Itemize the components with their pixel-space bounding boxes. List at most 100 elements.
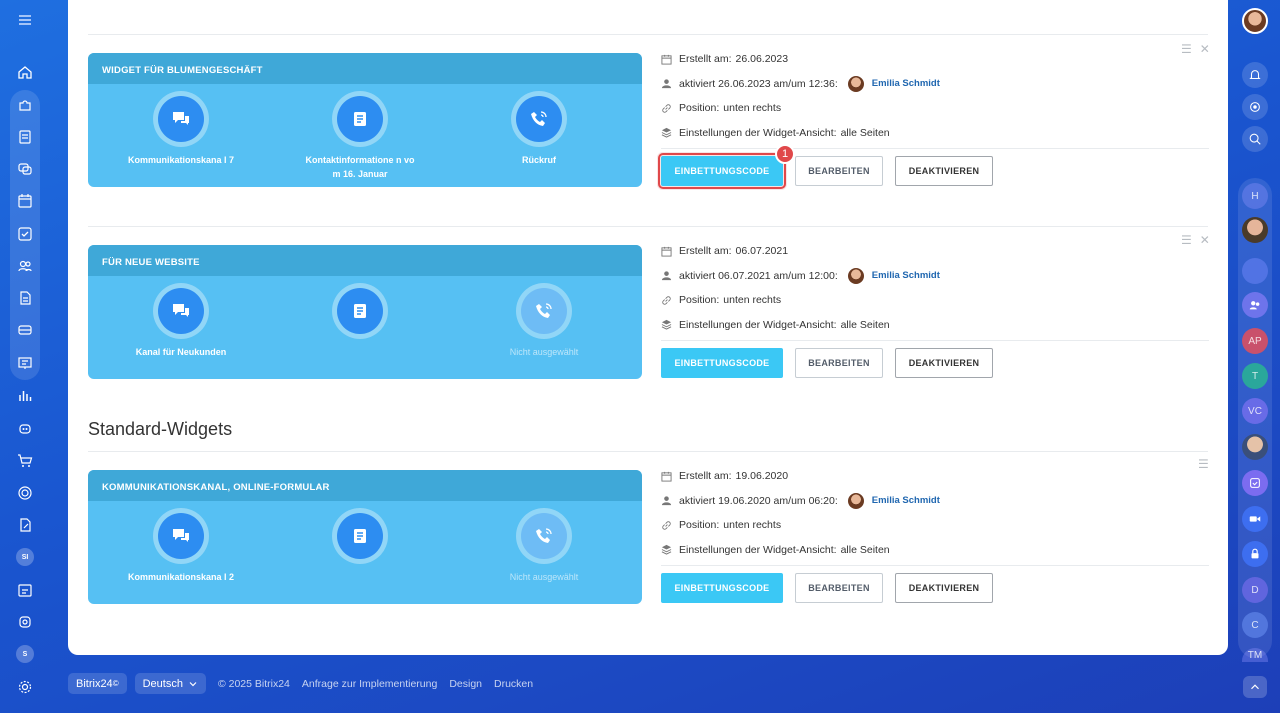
chat-icon <box>173 304 189 317</box>
menu-icon[interactable] <box>12 7 38 33</box>
documents-icon[interactable] <box>12 285 38 311</box>
inbox-icon[interactable] <box>12 317 38 343</box>
user-badge-si[interactable]: SI <box>12 544 38 570</box>
settings-label: Einstellungen der Widget-Ansicht: <box>679 126 837 139</box>
scroll-up-icon[interactable] <box>1243 676 1267 698</box>
widget-card-1[interactable]: WIDGET FÜR BLUMENGESCHÄFT Kommunikations… <box>88 53 642 187</box>
embed-code-button[interactable]: EINBETTUNGSCODE <box>661 348 783 378</box>
position-value: unten rechts <box>723 519 782 532</box>
position-label: Position: <box>679 294 720 307</box>
channel-circle <box>153 283 209 339</box>
group-chat-icon[interactable] <box>1242 292 1268 318</box>
calendar-icon[interactable] <box>12 188 38 214</box>
embed-code-button[interactable]: EINBETTUNGSCODE <box>661 573 783 603</box>
home-icon[interactable] <box>12 59 38 85</box>
widget-info-1: Erstellt am: 26.06.2023 aktiviert 26.06.… <box>658 47 1209 189</box>
edit-button[interactable]: BEARBEITEN <box>795 573 883 603</box>
edit-button[interactable]: BEARBEITEN <box>795 156 883 186</box>
phone-icon <box>536 528 552 543</box>
widget-title: WIDGET FÜR BLUMENGESCHÄFT <box>88 53 642 84</box>
contacts-icon[interactable] <box>12 253 38 279</box>
user-avatar[interactable] <box>1242 8 1268 34</box>
widget-card-3[interactable]: KOMMUNIKATIONSKANAL, ONLINE-FORMULAR Kom… <box>88 470 642 604</box>
main-panel: WIDGET FÜR BLUMENGESCHÄFT Kommunikations… <box>68 0 1228 655</box>
search-chat-icon[interactable] <box>1242 126 1268 152</box>
language-select[interactable]: Deutsch <box>134 673 206 694</box>
divider <box>661 148 1209 149</box>
copilot-icon[interactable] <box>1242 94 1268 120</box>
support-icon[interactable] <box>12 609 38 635</box>
chat-avatar-ap[interactable]: AP <box>1242 328 1268 354</box>
channel-item[interactable]: Kommunikationskana l 7 <box>106 91 256 167</box>
channel-item[interactable]: Kommunikationskana l 2 <box>106 508 256 584</box>
calendar-list-icon[interactable] <box>12 577 38 603</box>
deactivate-button[interactable]: DEAKTIVIEREN <box>895 348 993 378</box>
chat-avatar-d[interactable]: D <box>1242 577 1268 603</box>
channel-item[interactable] <box>285 283 435 345</box>
chat-icon[interactable] <box>12 156 38 182</box>
position-value: unten rechts <box>723 294 782 307</box>
channel-label: Rückruf <box>521 155 556 165</box>
edit-doc-icon[interactable] <box>12 512 38 538</box>
cart-icon[interactable] <box>12 448 38 474</box>
implementation-link[interactable]: Anfrage zur Implementierung <box>302 678 437 690</box>
widget-card-2[interactable]: FÜR NEUE WEBSITE Kanal für Neukunden Nic… <box>88 245 642 379</box>
presentation-icon[interactable] <box>12 350 38 376</box>
position-row: Position: unten rechts <box>661 513 1209 538</box>
lock-icon[interactable] <box>1242 541 1268 567</box>
calendar-icon <box>661 471 672 482</box>
bitrix24-logo-button[interactable]: Bitrix24 © <box>68 673 127 694</box>
design-link[interactable]: Design <box>449 678 482 690</box>
analytics-icon[interactable] <box>12 382 38 408</box>
chat-avatar-bot[interactable] <box>1242 258 1268 284</box>
user-link[interactable]: Emilia Schmidt <box>872 78 940 89</box>
channel-item[interactable]: Nicht ausgewählt <box>469 283 619 359</box>
channel-item[interactable]: Kontaktinformatione n vom 16. Januar <box>285 91 435 181</box>
avatar <box>847 492 864 509</box>
tasks-chat-icon[interactable] <box>1242 470 1268 496</box>
chat-avatar-vc[interactable]: VC <box>1242 398 1268 424</box>
chat-avatar-person-2[interactable] <box>1242 434 1268 460</box>
embed-code-button[interactable]: EINBETTUNGSCODE <box>658 153 786 189</box>
settings-icon[interactable] <box>12 674 38 700</box>
created-value: 26.06.2023 <box>735 53 789 66</box>
channel-item[interactable]: Nicht ausgewählt <box>469 508 619 584</box>
created-row: Erstellt am: 06.07.2021 <box>661 239 1209 264</box>
brand-label: Bitrix24 <box>76 677 113 690</box>
edit-button[interactable]: BEARBEITEN <box>795 348 883 378</box>
widget-title: KOMMUNIKATIONSKANAL, ONLINE-FORMULAR <box>88 470 642 501</box>
puzzle-icon[interactable] <box>12 92 38 118</box>
settings-value: alle Seiten <box>840 126 890 139</box>
user-icon <box>661 79 672 89</box>
language-label: Deutsch <box>142 677 183 690</box>
activated-row: aktiviert 06.07.2021 am/um 12:00: Emilia… <box>661 264 1209 289</box>
chat-avatar-h[interactable]: H <box>1242 183 1268 209</box>
chat-avatar-person[interactable] <box>1242 217 1268 243</box>
channel-item[interactable]: Rückruf <box>464 91 614 167</box>
chat-avatar-t[interactable]: T <box>1242 363 1268 389</box>
layers-icon <box>661 545 672 555</box>
avatar <box>847 267 864 284</box>
target-icon[interactable] <box>12 480 38 506</box>
chat-avatar-c[interactable]: C <box>1242 612 1268 638</box>
deactivate-button[interactable]: DEAKTIVIEREN <box>895 573 993 603</box>
bell-icon[interactable] <box>1242 62 1268 88</box>
channel-item[interactable] <box>285 508 435 570</box>
user-link[interactable]: Emilia Schmidt <box>872 495 940 506</box>
robot-icon[interactable] <box>12 415 38 441</box>
print-link[interactable]: Drucken <box>494 678 533 690</box>
phone-icon <box>531 111 547 126</box>
channel-circle <box>516 508 572 564</box>
created-label: Erstellt am: <box>679 470 732 483</box>
feed-icon[interactable] <box>12 124 38 150</box>
tasks-icon[interactable] <box>12 221 38 247</box>
settings-label: Einstellungen der Widget-Ansicht: <box>679 318 837 331</box>
deactivate-button[interactable]: DEAKTIVIEREN <box>895 156 993 186</box>
channel-label: Nicht ausgewählt <box>509 572 579 582</box>
video-call-icon[interactable] <box>1242 506 1268 532</box>
user-link[interactable]: Emilia Schmidt <box>872 270 940 281</box>
chevron-down-icon <box>189 681 197 686</box>
channel-item[interactable]: Kanal für Neukunden <box>106 283 256 359</box>
widget-info-3: Erstellt am: 19.06.2020 aktiviert 19.06.… <box>661 464 1209 603</box>
user-badge-s[interactable]: S <box>12 641 38 667</box>
